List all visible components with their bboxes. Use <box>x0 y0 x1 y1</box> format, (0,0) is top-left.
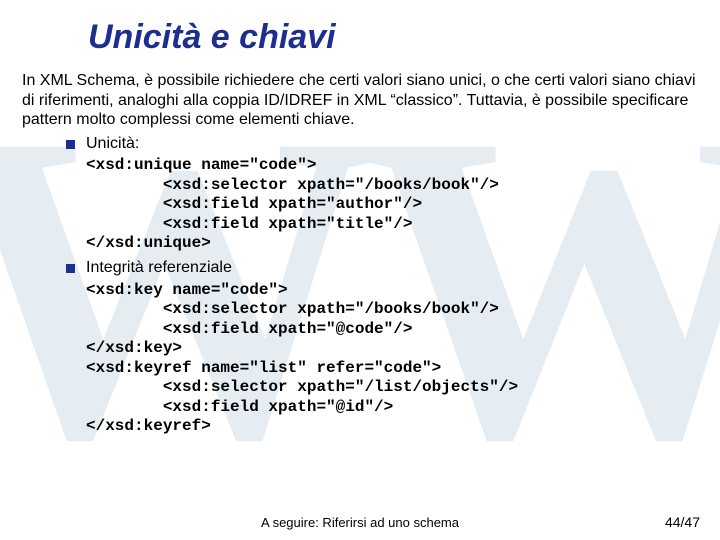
footer-next-topic: A seguire: Riferirsi ad uno schema <box>261 515 459 530</box>
slide-title: Unicità e chiavi <box>0 0 720 71</box>
bullet-integrita: Integrità referenziale <xsd:key name="co… <box>66 258 698 437</box>
intro-paragraph: In XML Schema, è possibile richiedere ch… <box>22 71 698 130</box>
bullet-label: Unicità: <box>66 134 698 155</box>
page-number: 44/47 <box>665 514 700 530</box>
bullet-label: Integrità referenziale <box>66 258 698 279</box>
code-block-2: <xsd:key name="code"> <xsd:selector xpat… <box>66 281 698 437</box>
bullet-unicita: Unicità: <xsd:unique name="code"> <xsd:s… <box>66 134 698 254</box>
code-block-1: <xsd:unique name="code"> <xsd:selector x… <box>66 156 698 254</box>
